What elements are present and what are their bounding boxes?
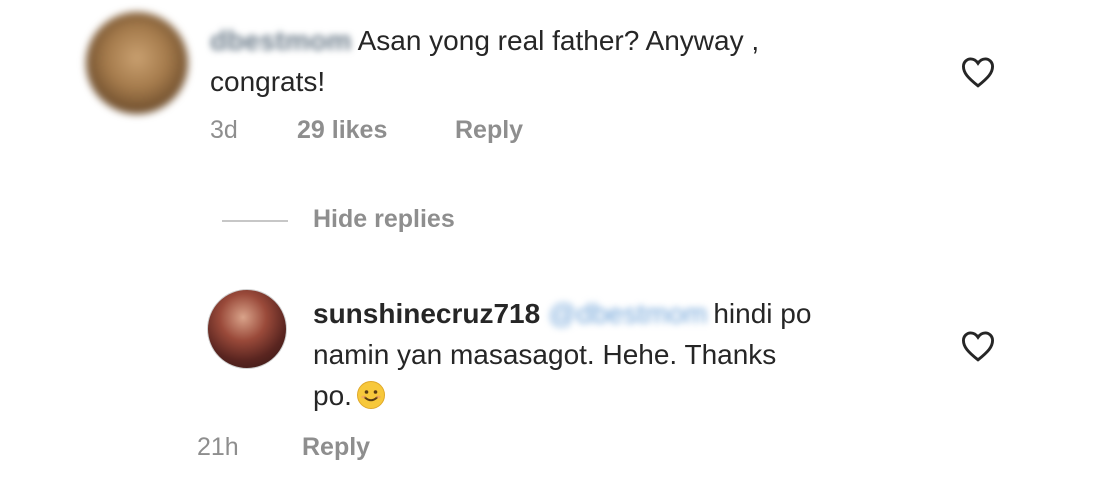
comment-time: 3d — [210, 116, 238, 144]
comment-body-line-2: congrats! — [210, 66, 326, 97]
reply-body-line-1: hindi po — [713, 298, 812, 329]
reply-button[interactable]: Reply — [455, 116, 523, 145]
like-heart-icon[interactable] — [960, 330, 996, 362]
smiling-face-emoji-icon — [356, 380, 386, 410]
reply-body-line-3-text: po. — [313, 380, 352, 411]
comment-username[interactable]: dbestmom — [210, 24, 352, 58]
like-heart-icon[interactable] — [960, 56, 996, 88]
reply-button[interactable]: Reply — [302, 433, 370, 462]
replies-divider — [222, 220, 288, 222]
reply-mention[interactable]: @dbestmom — [548, 297, 707, 331]
hide-replies-button[interactable]: Hide replies — [313, 205, 455, 234]
avatar[interactable] — [86, 12, 188, 114]
reply-username[interactable]: sunshinecruz718 — [313, 298, 540, 329]
reply-time: 21h — [197, 433, 239, 461]
reply-body-line-3: po. — [313, 379, 386, 413]
reply-text: sunshinecruz718 @dbestmom hindi po — [313, 297, 811, 331]
comment-text: dbestmom Asan yong real father? Anyway , — [210, 24, 759, 58]
reply-body-line-2: namin yan masasagot. Hehe. Thanks — [313, 339, 777, 370]
comment-body-line-1: Asan yong real father? Anyway , — [357, 25, 760, 56]
avatar[interactable] — [207, 289, 287, 369]
comment-likes-count[interactable]: 29 likes — [297, 116, 387, 145]
